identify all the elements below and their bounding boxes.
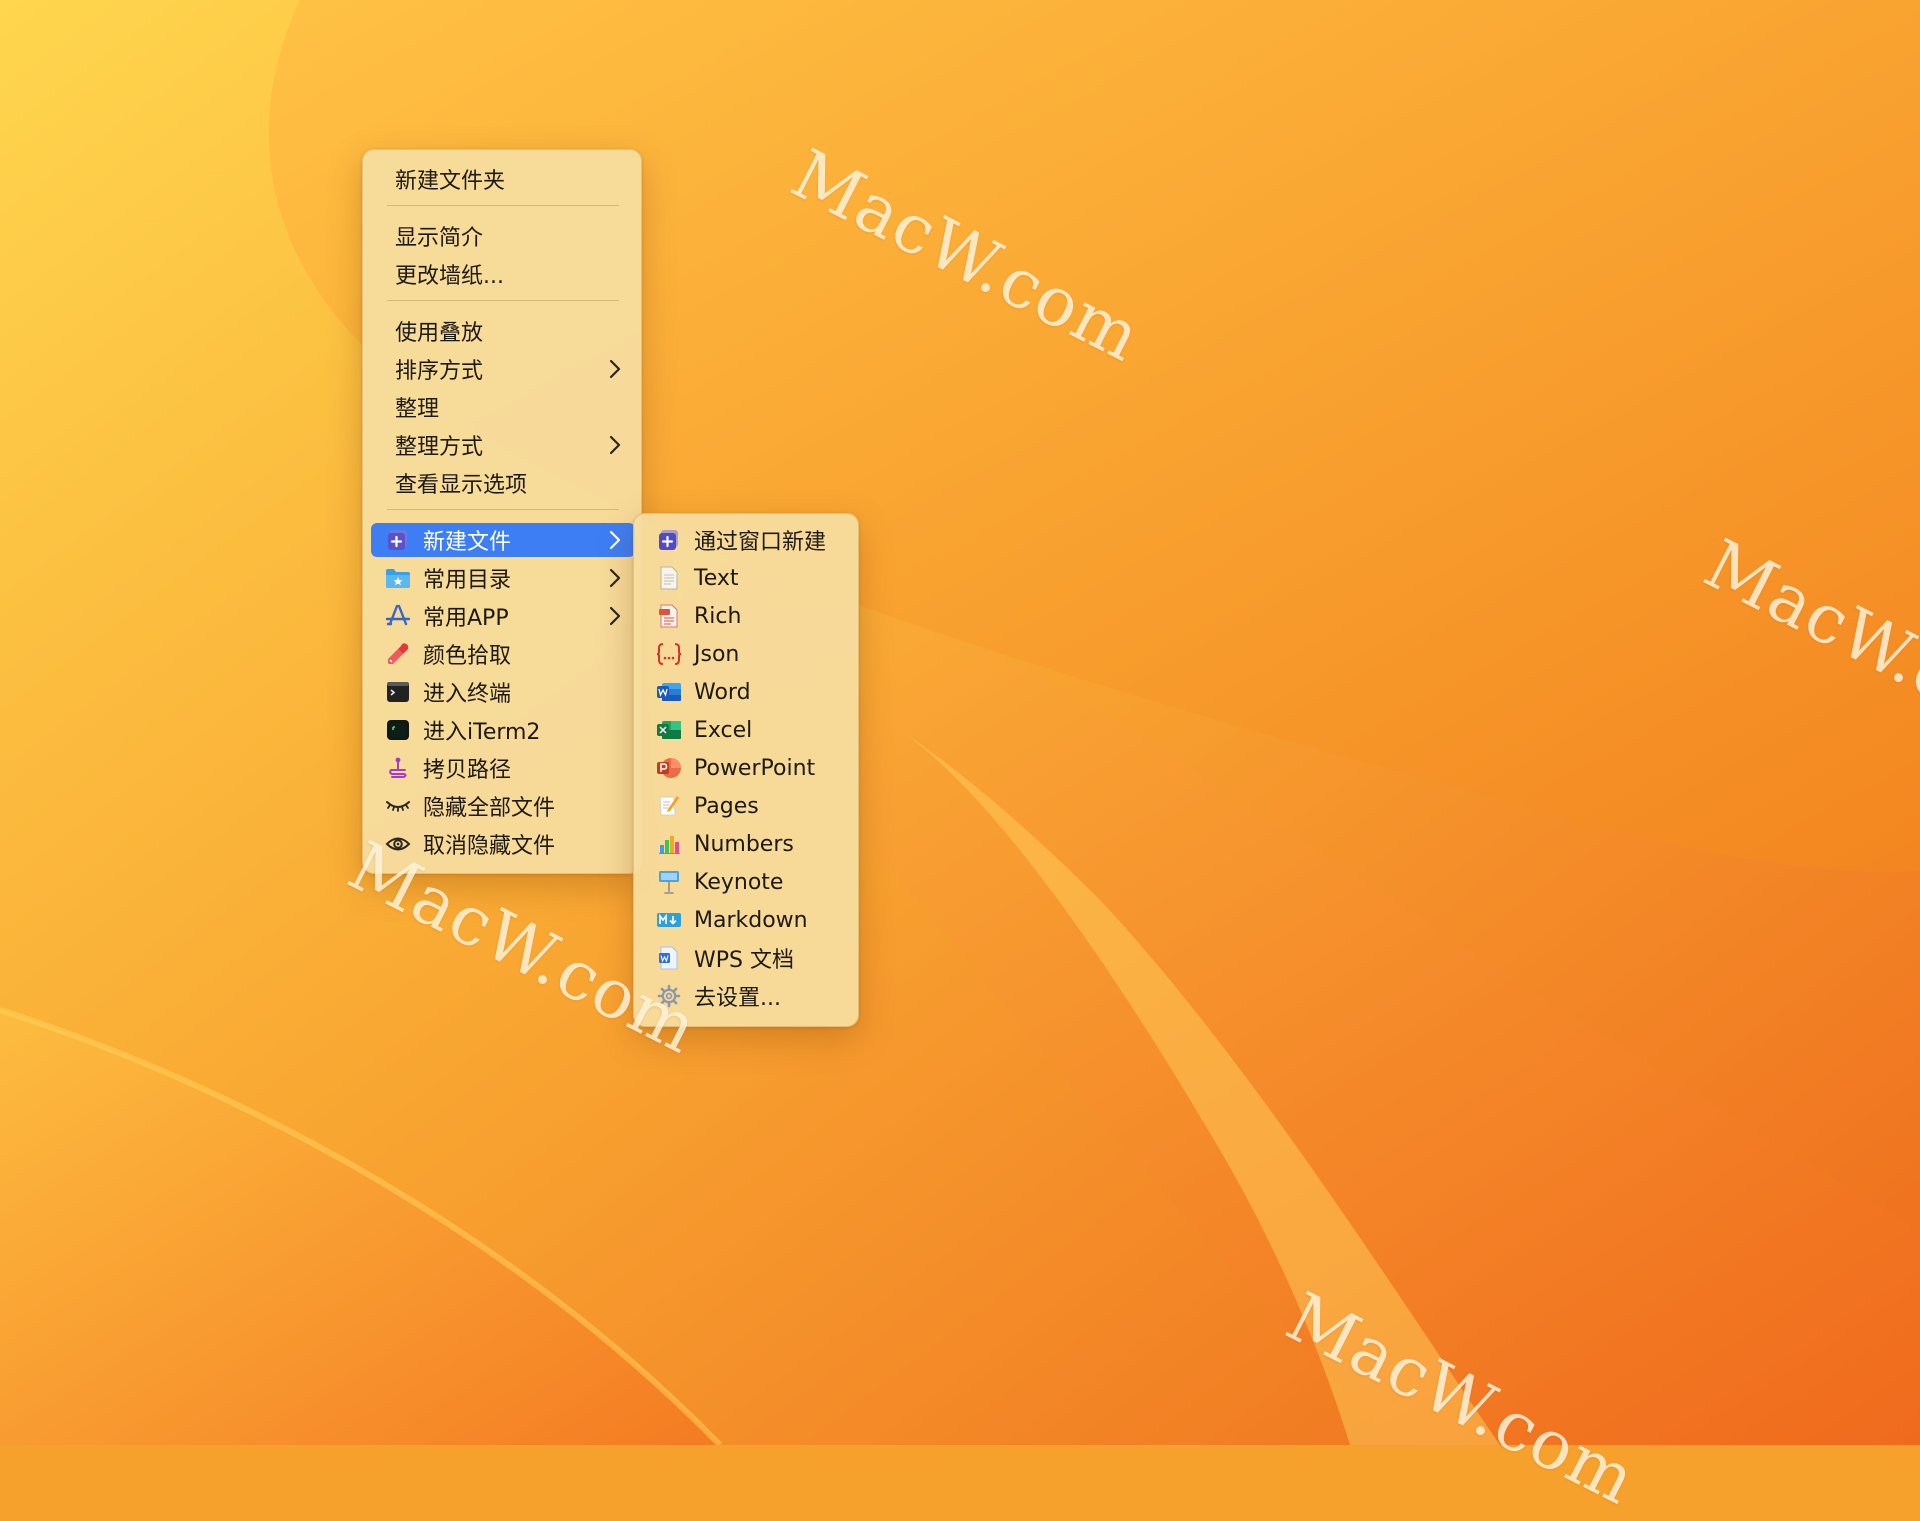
numbers-icon <box>656 831 682 857</box>
menu-item-label: 整理方式 <box>395 435 484 460</box>
submenu-item-numbers[interactable]: Numbers <box>642 827 852 861</box>
submenu-item-rich[interactable]: Rich <box>642 599 852 633</box>
menu-item-label: 常用目录 <box>423 568 512 593</box>
pages-icon <box>656 793 682 819</box>
submenu-item-label: Word <box>694 679 751 705</box>
submenu-item-label: Json <box>694 641 740 667</box>
submenu-item-label: Excel <box>694 717 753 743</box>
menu-item-hide-all-files[interactable]: 隐藏全部文件 <box>371 789 635 823</box>
markdown-icon <box>656 907 682 933</box>
json-file-icon <box>656 641 682 667</box>
menu-separator <box>387 205 619 206</box>
submenu-item-label: 通过窗口新建 <box>694 530 827 555</box>
wps-icon <box>656 945 682 971</box>
chevron-right-icon <box>609 606 621 626</box>
menu-item-label: 显示简介 <box>395 226 484 251</box>
menu-item-label: 拷贝路径 <box>423 758 512 783</box>
folder-icon <box>385 565 411 591</box>
submenu-item-powerpoint[interactable]: PowerPoint <box>642 751 852 785</box>
submenu-item-wps[interactable]: WPS 文档 <box>642 941 852 975</box>
menu-item-label: 新建文件 <box>423 530 512 555</box>
submenu-item-label: Markdown <box>694 907 808 933</box>
menu-item-label: 进入终端 <box>423 682 512 707</box>
submenu-item-label: Numbers <box>694 831 794 857</box>
menu-item-open-terminal[interactable]: 进入终端 <box>371 675 635 709</box>
submenu-item-new-via-window[interactable]: 通过窗口新建 <box>642 523 852 557</box>
submenu-item-word[interactable]: Word <box>642 675 852 709</box>
menu-item-label: 隐藏全部文件 <box>423 796 556 821</box>
terminal-icon <box>385 679 411 705</box>
menu-item-change-wallpaper[interactable]: 更改墙纸... <box>371 257 635 291</box>
menu-item-view-options[interactable]: 查看显示选项 <box>371 466 635 500</box>
submenu-item-text[interactable]: Text <box>642 561 852 595</box>
menu-separator <box>387 509 619 510</box>
keynote-icon <box>656 869 682 895</box>
menu-item-sort-by[interactable]: 排序方式 <box>371 352 635 386</box>
menu-item-label: 排序方式 <box>395 359 484 384</box>
eyedropper-icon <box>385 641 411 667</box>
submenu-item-pages[interactable]: Pages <box>642 789 852 823</box>
menu-item-common-folders[interactable]: 常用目录 <box>371 561 635 595</box>
menu-item-clean-up[interactable]: 整理 <box>371 390 635 424</box>
desktop-context-menu: 新建文件夹 显示简介 更改墙纸... 使用叠放 排序方式 整理 整理方式 查看显… <box>362 149 642 874</box>
menu-item-label: 查看显示选项 <box>395 473 528 498</box>
closed-eye-icon <box>385 793 411 819</box>
rtf-file-icon <box>656 603 682 629</box>
desktop-wallpaper <box>0 0 1920 1445</box>
menu-item-new-file[interactable]: 新建文件 <box>371 523 635 557</box>
menu-item-label: 进入iTerm2 <box>423 720 541 745</box>
submenu-item-label: WPS 文档 <box>694 948 794 973</box>
copy-path-icon <box>385 755 411 781</box>
chevron-right-icon <box>609 359 621 379</box>
submenu-item-label: Pages <box>694 793 759 819</box>
submenu-item-label: 去设置... <box>694 986 781 1011</box>
text-file-icon <box>656 565 682 591</box>
menu-item-get-info[interactable]: 显示简介 <box>371 219 635 253</box>
new-file-icon <box>385 527 411 553</box>
menu-item-label: 常用APP <box>423 606 509 631</box>
menu-item-label: 整理 <box>395 397 440 422</box>
menu-item-label: 取消隐藏文件 <box>423 834 556 859</box>
submenu-item-label: Text <box>694 565 739 591</box>
menu-item-common-apps[interactable]: 常用APP <box>371 599 635 633</box>
menu-item-label: 新建文件夹 <box>395 169 506 194</box>
chevron-right-icon <box>609 568 621 588</box>
menu-item-use-stacks[interactable]: 使用叠放 <box>371 314 635 348</box>
menu-item-label: 颜色拾取 <box>423 644 512 669</box>
menu-item-copy-path[interactable]: 拷贝路径 <box>371 751 635 785</box>
new-file-submenu: 通过窗口新建 Text Rich Json Word Excel PowerPo… <box>633 513 859 1027</box>
gear-icon <box>656 983 682 1009</box>
iterm-icon <box>385 717 411 743</box>
menu-item-label: 使用叠放 <box>395 321 484 346</box>
menu-item-open-iterm2[interactable]: 进入iTerm2 <box>371 713 635 747</box>
chevron-right-icon <box>609 435 621 455</box>
submenu-item-label: PowerPoint <box>694 755 816 781</box>
eye-icon <box>385 831 411 857</box>
submenu-item-settings[interactable]: 去设置... <box>642 979 852 1013</box>
submenu-item-keynote[interactable]: Keynote <box>642 865 852 899</box>
submenu-item-label: Keynote <box>694 869 784 895</box>
submenu-item-json[interactable]: Json <box>642 637 852 671</box>
menu-item-color-picker[interactable]: 颜色拾取 <box>371 637 635 671</box>
menu-item-clean-up-by[interactable]: 整理方式 <box>371 428 635 462</box>
chevron-right-icon <box>609 530 621 550</box>
window-new-icon <box>656 527 682 553</box>
menu-separator <box>387 300 619 301</box>
submenu-item-markdown[interactable]: Markdown <box>642 903 852 937</box>
menu-item-new-folder[interactable]: 新建文件夹 <box>371 162 635 196</box>
powerpoint-icon <box>656 755 682 781</box>
submenu-item-label: Rich <box>694 603 742 629</box>
menu-item-unhide-files[interactable]: 取消隐藏文件 <box>371 827 635 861</box>
excel-icon <box>656 717 682 743</box>
word-icon <box>656 679 682 705</box>
menu-item-label: 更改墙纸... <box>395 264 504 289</box>
app-store-icon <box>385 603 411 629</box>
submenu-item-excel[interactable]: Excel <box>642 713 852 747</box>
